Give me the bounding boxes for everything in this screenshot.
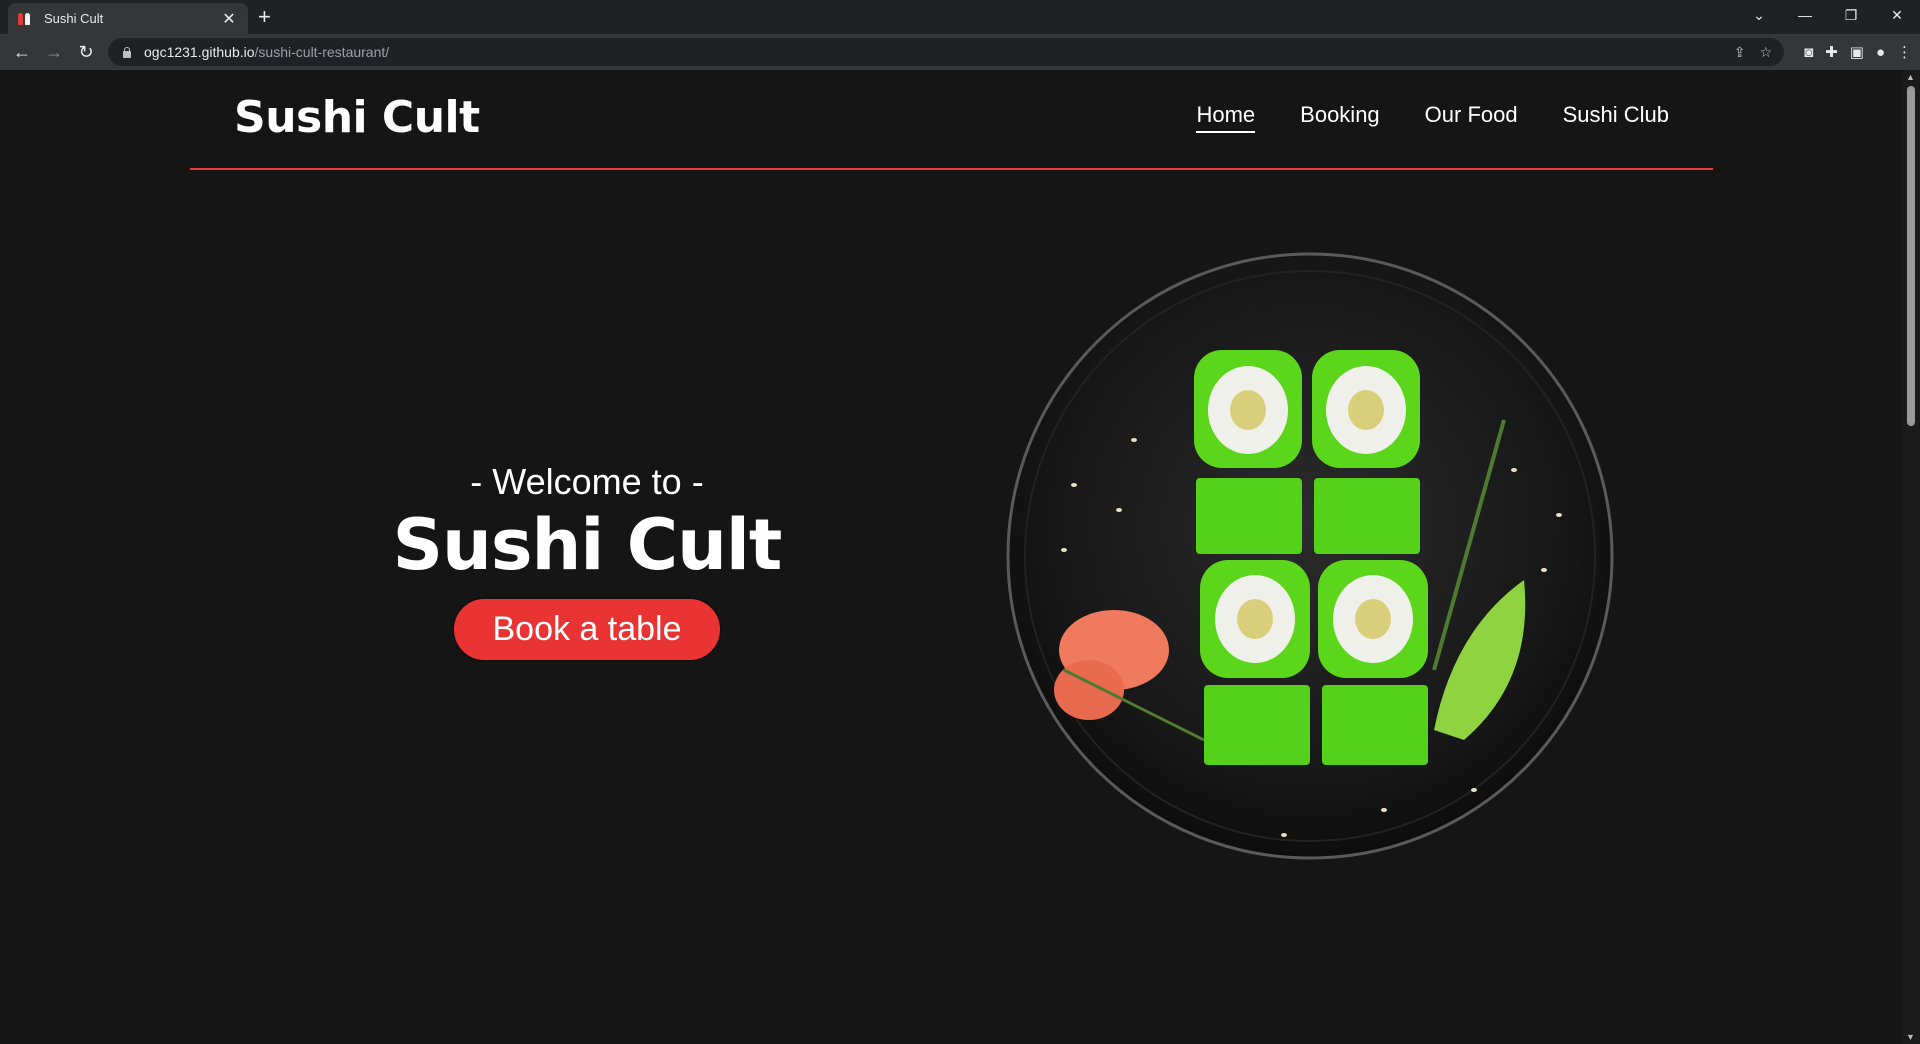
site-header: Sushi Cult Home Booking Our Food Sushi C… bbox=[190, 70, 1713, 170]
page-viewport: Sushi Cult Home Booking Our Food Sushi C… bbox=[0, 70, 1902, 1044]
new-tab-icon[interactable]: + bbox=[258, 4, 271, 30]
omnibox-icons: ⇪ ☆ bbox=[1734, 38, 1772, 66]
sushi-roll bbox=[1200, 560, 1310, 678]
nav-sushi-club[interactable]: Sushi Club bbox=[1563, 102, 1669, 133]
lock-icon[interactable] bbox=[122, 47, 132, 58]
window-controls: ⌄ — ❐ ✕ bbox=[1736, 0, 1920, 30]
menu-kebab-icon[interactable]: ⋮ bbox=[1897, 43, 1912, 61]
url-host: ogc1231.github.io bbox=[144, 44, 255, 60]
tab-strip: Sushi Cult ✕ + ⌄ — ❐ ✕ bbox=[0, 0, 1920, 34]
nav-our-food[interactable]: Our Food bbox=[1425, 102, 1518, 133]
sushi-roll bbox=[1318, 560, 1428, 678]
camera-extension-icon[interactable]: ◙ bbox=[1804, 44, 1813, 61]
side-panel-icon[interactable]: ▣ bbox=[1850, 43, 1864, 61]
page-scrollbar[interactable]: ▲ ▼ bbox=[1902, 70, 1920, 1044]
hero-section: - Welcome to - Sushi Cult Book a table bbox=[350, 460, 824, 662]
reload-icon[interactable]: ↻ bbox=[70, 36, 102, 68]
sushi-favicon-icon bbox=[18, 12, 34, 26]
share-icon[interactable]: ⇪ bbox=[1734, 44, 1746, 61]
sushi-roll-side bbox=[1322, 685, 1428, 765]
sushi-roll bbox=[1194, 350, 1302, 468]
site-logo[interactable]: Sushi Cult bbox=[234, 92, 480, 143]
sushi-plate-image bbox=[1006, 252, 1614, 860]
tab-close-icon[interactable]: ✕ bbox=[220, 9, 238, 29]
nav-booking[interactable]: Booking bbox=[1300, 102, 1380, 133]
url-path: /sushi-cult-restaurant/ bbox=[254, 44, 390, 60]
forward-icon[interactable]: → bbox=[38, 36, 70, 68]
sushi-roll bbox=[1312, 350, 1420, 468]
extensions-puzzle-icon[interactable]: ✚ bbox=[1825, 43, 1838, 61]
tab-title: Sushi Cult bbox=[44, 11, 104, 26]
tab-search-icon[interactable]: ⌄ bbox=[1736, 0, 1782, 30]
restore-icon[interactable]: ❐ bbox=[1828, 0, 1874, 30]
browser-window: Sushi Cult ✕ + ⌄ — ❐ ✕ ← → ↻ ogc1231.git… bbox=[0, 0, 1920, 1044]
sushi-roll-side bbox=[1196, 478, 1302, 554]
bookmark-star-icon[interactable]: ☆ bbox=[1759, 44, 1772, 61]
tab-active[interactable]: Sushi Cult ✕ bbox=[8, 3, 248, 34]
hero-title: Sushi Cult bbox=[392, 504, 783, 587]
close-window-icon[interactable]: ✕ bbox=[1874, 0, 1920, 30]
main-nav: Home Booking Our Food Sushi Club bbox=[1196, 102, 1669, 133]
profile-icon[interactable]: ● bbox=[1876, 44, 1885, 61]
minimize-icon[interactable]: — bbox=[1782, 0, 1828, 30]
scroll-down-icon[interactable]: ▼ bbox=[1906, 1032, 1915, 1042]
toolbar-right-icons: ◙ ✚ ▣ ● ⋮ bbox=[1804, 34, 1912, 70]
browser-toolbar: ← → ↻ ogc1231.github.io/sushi-cult-resta… bbox=[0, 34, 1920, 70]
nav-home[interactable]: Home bbox=[1196, 102, 1256, 133]
sushi-roll-side bbox=[1314, 478, 1420, 554]
sushi-roll-side bbox=[1204, 685, 1310, 765]
scroll-up-icon[interactable]: ▲ bbox=[1906, 72, 1915, 82]
address-bar[interactable]: ogc1231.github.io/sushi-cult-restaurant/… bbox=[108, 38, 1784, 66]
hero-welcome: - Welcome to - bbox=[470, 461, 704, 502]
book-table-button[interactable]: Book a table bbox=[452, 596, 722, 662]
back-icon[interactable]: ← bbox=[6, 36, 38, 68]
scroll-thumb[interactable] bbox=[1907, 86, 1915, 426]
